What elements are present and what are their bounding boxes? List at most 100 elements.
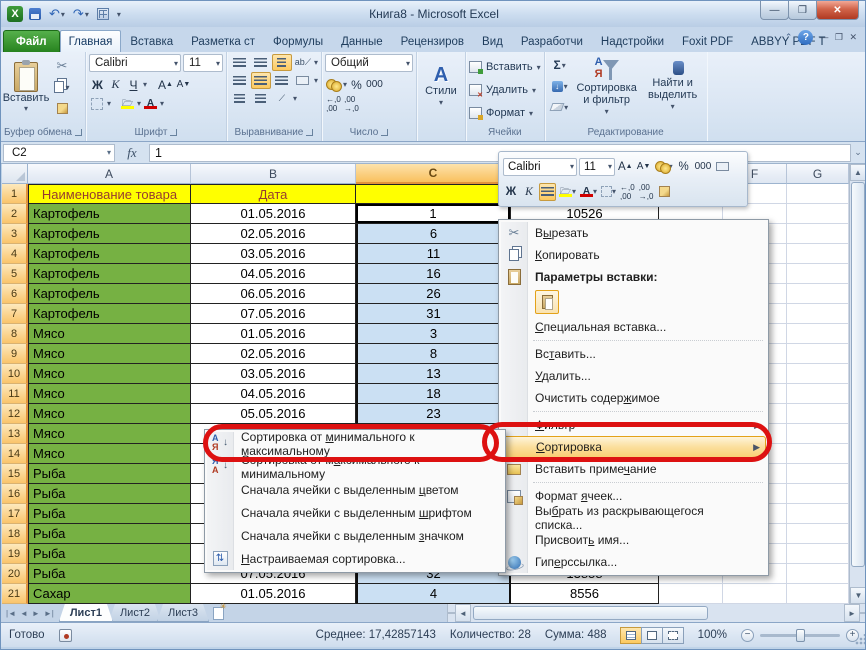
cell-B3[interactable]: 02.05.2016 [191, 224, 356, 244]
font-size-combo[interactable]: 11▾ [183, 54, 223, 72]
cell-G19[interactable] [787, 544, 849, 564]
cell-B8[interactable]: 01.05.2016 [191, 324, 356, 344]
tab-page-layout[interactable]: Разметка ст [182, 30, 264, 52]
tab-review[interactable]: Рецензиров [392, 30, 473, 52]
mini-font-color-button[interactable]: А▾ [579, 183, 598, 201]
cell-B12[interactable]: 05.05.2016 [191, 404, 356, 424]
mini-font-size-combo[interactable]: 11▾ [579, 158, 615, 176]
macro-record-icon[interactable] [59, 629, 72, 642]
cell-A7[interactable]: Картофель [28, 304, 191, 324]
row-header-2[interactable]: 2 [2, 204, 28, 224]
alignment-dialog-launcher[interactable] [306, 129, 313, 136]
cell-G7[interactable] [787, 304, 849, 324]
cell-C8[interactable]: 3 [356, 324, 511, 344]
align-top-button[interactable] [230, 54, 250, 71]
tab-foxit[interactable]: Foxit PDF [673, 30, 742, 52]
cell-B5[interactable]: 04.05.2016 [191, 264, 356, 284]
tab-view[interactable]: Вид [473, 30, 512, 52]
number-format-combo[interactable]: Общий▾ [325, 54, 413, 72]
tab-file[interactable]: Файл [3, 30, 60, 52]
page-break-view-button[interactable] [662, 627, 684, 644]
row-header-13[interactable]: 13 [2, 424, 28, 444]
cell-A6[interactable]: Картофель [28, 284, 191, 304]
align-center-button[interactable] [251, 72, 271, 89]
sheet-tab-sheet3[interactable]: Лист3 [157, 604, 209, 622]
context-menu-item-filter[interactable]: Фильтр▶ [501, 414, 766, 436]
cell-C9[interactable]: 8 [356, 344, 511, 364]
sort-submenu-item-sort-max-to-min[interactable]: ЯА↓Сортировка от максимального к минимал… [207, 455, 503, 478]
context-menu-item-paste-options-label[interactable]: Параметры вставки: [501, 266, 766, 288]
cell-G6[interactable] [787, 284, 849, 304]
cell-G21[interactable] [787, 584, 849, 604]
insert-worksheet-button[interactable] [205, 604, 231, 622]
zoom-level[interactable]: 100% [698, 629, 727, 641]
cell-G15[interactable] [787, 464, 849, 484]
cell-A2[interactable]: Картофель [28, 204, 191, 224]
sheet-tab-sheet2[interactable]: Лист2 [109, 604, 161, 622]
row-header-20[interactable]: 20 [2, 564, 28, 584]
percent-style-button[interactable]: % [348, 76, 365, 93]
context-menu-item-pick-from-list[interactable]: Выбрать из раскрывающегося списка... [501, 507, 766, 529]
column-header-C[interactable]: C [356, 164, 511, 184]
close-button[interactable]: ✕ [816, 1, 859, 20]
increase-font-button[interactable]: А▲ [157, 76, 174, 93]
font-name-combo[interactable]: Calibri▾ [89, 54, 181, 72]
sort-submenu-item-cells-color-first[interactable]: Сначала ячейки с выделенным цветом [207, 478, 503, 501]
cell-G18[interactable] [787, 524, 849, 544]
first-sheet-button[interactable]: |◄ [5, 609, 17, 618]
cell-C5[interactable]: 16 [356, 264, 511, 284]
row-header-16[interactable]: 16 [2, 484, 28, 504]
row-header-18[interactable]: 18 [2, 524, 28, 544]
cell-A14[interactable]: Мясо [28, 444, 191, 464]
cell-D21[interactable]: 8556 [511, 584, 659, 604]
cell-B1[interactable]: Дата [191, 184, 356, 204]
formula-bar-expand[interactable]: ⌄ [851, 147, 865, 158]
workbook-window-buttons[interactable]: — ❐ ✕ [819, 32, 859, 43]
cell-G3[interactable] [787, 224, 849, 244]
decrease-decimal-button[interactable]: ,00→,0 [343, 95, 360, 112]
minimize-ribbon-icon[interactable]: ⌃ [785, 32, 793, 43]
tab-home[interactable]: Главная [60, 30, 122, 52]
increase-indent-button[interactable] [251, 90, 271, 107]
normal-view-button[interactable] [620, 627, 642, 644]
scroll-up-button[interactable]: ▲ [850, 164, 866, 181]
cell-B10[interactable]: 03.05.2016 [191, 364, 356, 384]
page-layout-view-button[interactable] [641, 627, 663, 644]
row-header-14[interactable]: 14 [2, 444, 28, 464]
cell-A17[interactable]: Рыба [28, 504, 191, 524]
zoom-out-button[interactable]: − [741, 629, 754, 642]
row-header-7[interactable]: 7 [2, 304, 28, 324]
last-sheet-button[interactable]: ►| [43, 609, 55, 618]
cell-G9[interactable] [787, 344, 849, 364]
cell-C7[interactable]: 31 [356, 304, 511, 324]
cell-C2[interactable]: 1 [356, 204, 511, 224]
cell-G1[interactable] [787, 184, 849, 204]
cell-A16[interactable]: Рыба [28, 484, 191, 504]
align-middle-button[interactable] [251, 54, 271, 71]
fill-color-button[interactable]: 🗁 [119, 95, 136, 112]
scroll-down-button[interactable]: ▼ [850, 587, 866, 604]
cell-G11[interactable] [787, 384, 849, 404]
sheet-nav-buttons[interactable]: |◄ ◄ ► ►| [1, 604, 59, 622]
number-dialog-launcher[interactable] [381, 129, 388, 136]
mini-decrease-font-button[interactable]: А▼ [636, 158, 652, 176]
select-all-corner[interactable] [2, 164, 28, 184]
context-menu-item-cut[interactable]: ✂Вырезать [501, 222, 766, 244]
undo-button[interactable]: ↶▾ [47, 6, 67, 23]
mini-italic-button[interactable]: К [521, 183, 537, 201]
mini-font-name-combo[interactable]: Calibri▾ [503, 158, 577, 176]
fx-button[interactable]: fx [115, 145, 149, 161]
mini-increase-font-button[interactable]: А▲ [617, 158, 634, 176]
cell-A5[interactable]: Картофель [28, 264, 191, 284]
mini-bold-button[interactable]: Ж [503, 183, 519, 201]
cell-A9[interactable]: Мясо [28, 344, 191, 364]
tab-developer[interactable]: Разработчи [512, 30, 592, 52]
row-header-11[interactable]: 11 [2, 384, 28, 404]
save-button[interactable] [27, 6, 43, 23]
row-header-3[interactable]: 3 [2, 224, 28, 244]
tab-data[interactable]: Данные [332, 30, 392, 52]
align-right-button[interactable] [272, 72, 292, 89]
row-header-15[interactable]: 15 [2, 464, 28, 484]
cell-G2[interactable] [787, 204, 849, 224]
cell-A15[interactable]: Рыба [28, 464, 191, 484]
